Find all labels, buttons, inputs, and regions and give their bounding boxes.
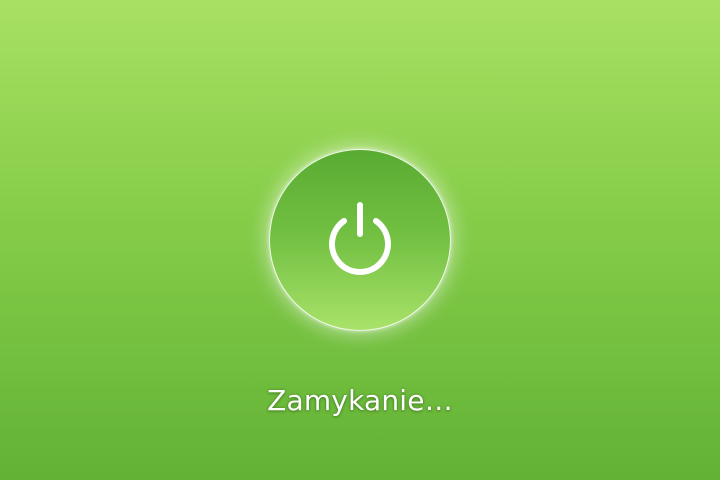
power-button[interactable] <box>269 149 451 331</box>
status-text: Zamykanie… <box>267 384 453 417</box>
shutdown-screen: Zamykanie… <box>0 0 720 480</box>
power-icon <box>329 202 391 275</box>
